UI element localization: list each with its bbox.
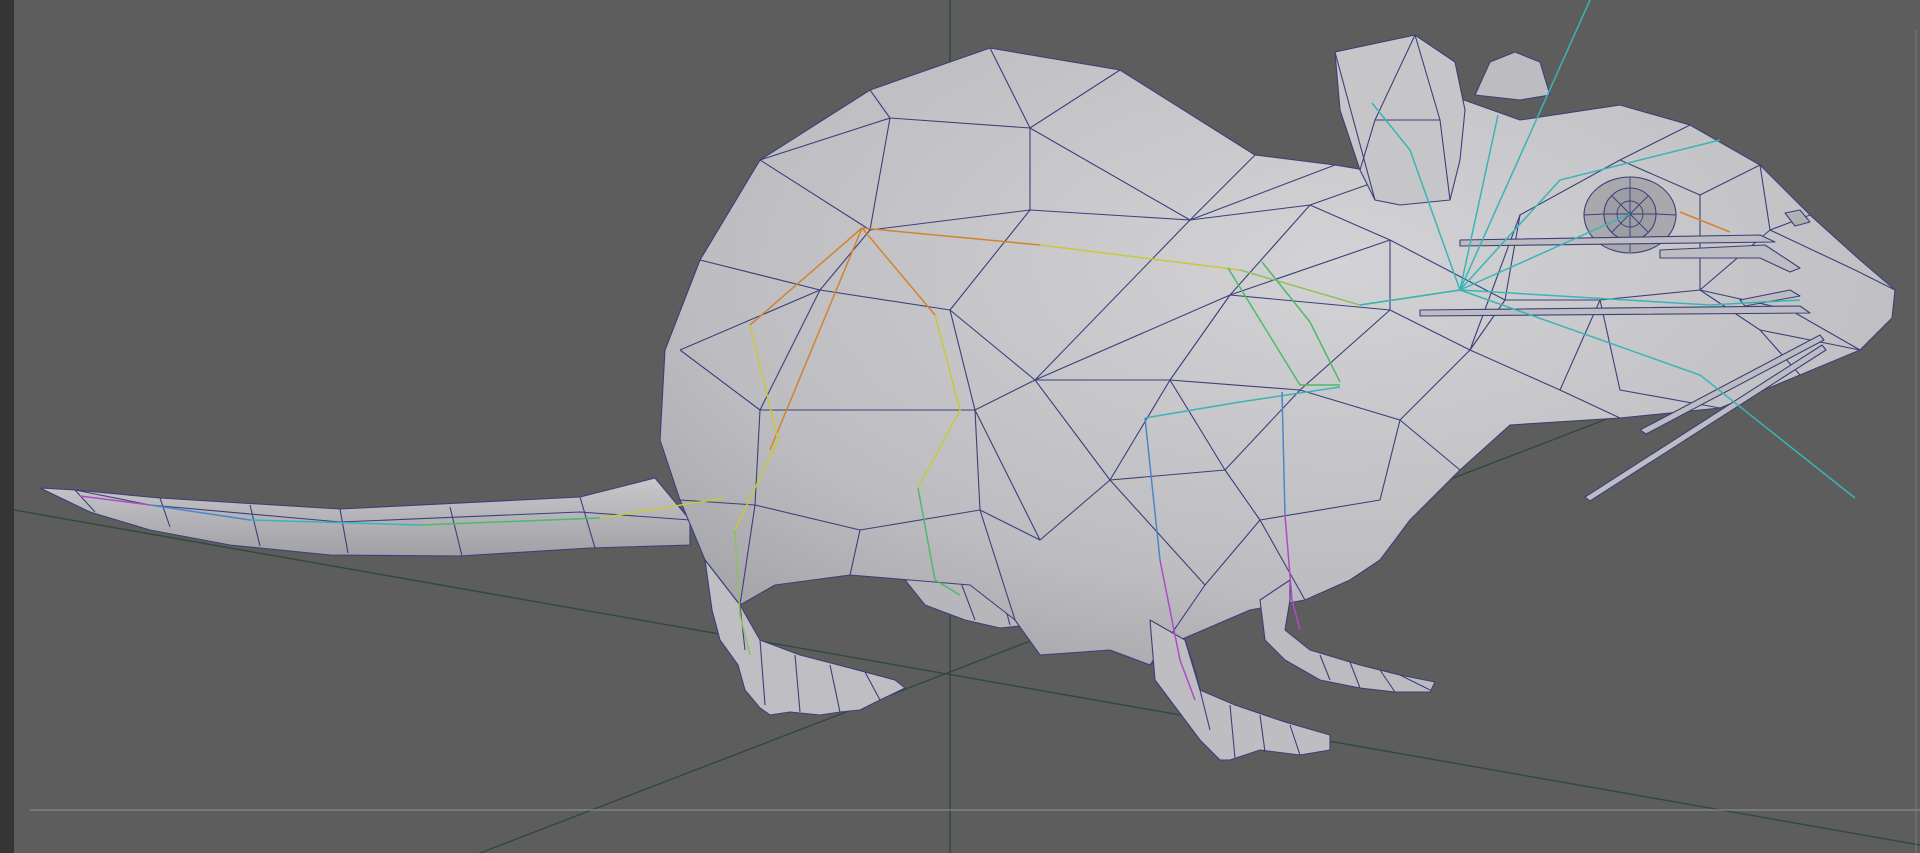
mouse-tail[interactable]: [39, 477, 691, 557]
mouse-front-leg-far[interactable]: [1259, 579, 1436, 693]
3d-viewport[interactable]: [14, 0, 1920, 853]
mouse-ear-far[interactable]: [1474, 51, 1551, 101]
side-panel-strip: [0, 0, 14, 853]
viewport-window: [0, 0, 1920, 853]
viewport-canvas[interactable]: [14, 0, 1920, 853]
mouse-front-leg-near[interactable]: [1149, 619, 1331, 761]
mouse-body[interactable]: [659, 47, 1896, 666]
mouse-mesh[interactable]: [39, 34, 1896, 761]
